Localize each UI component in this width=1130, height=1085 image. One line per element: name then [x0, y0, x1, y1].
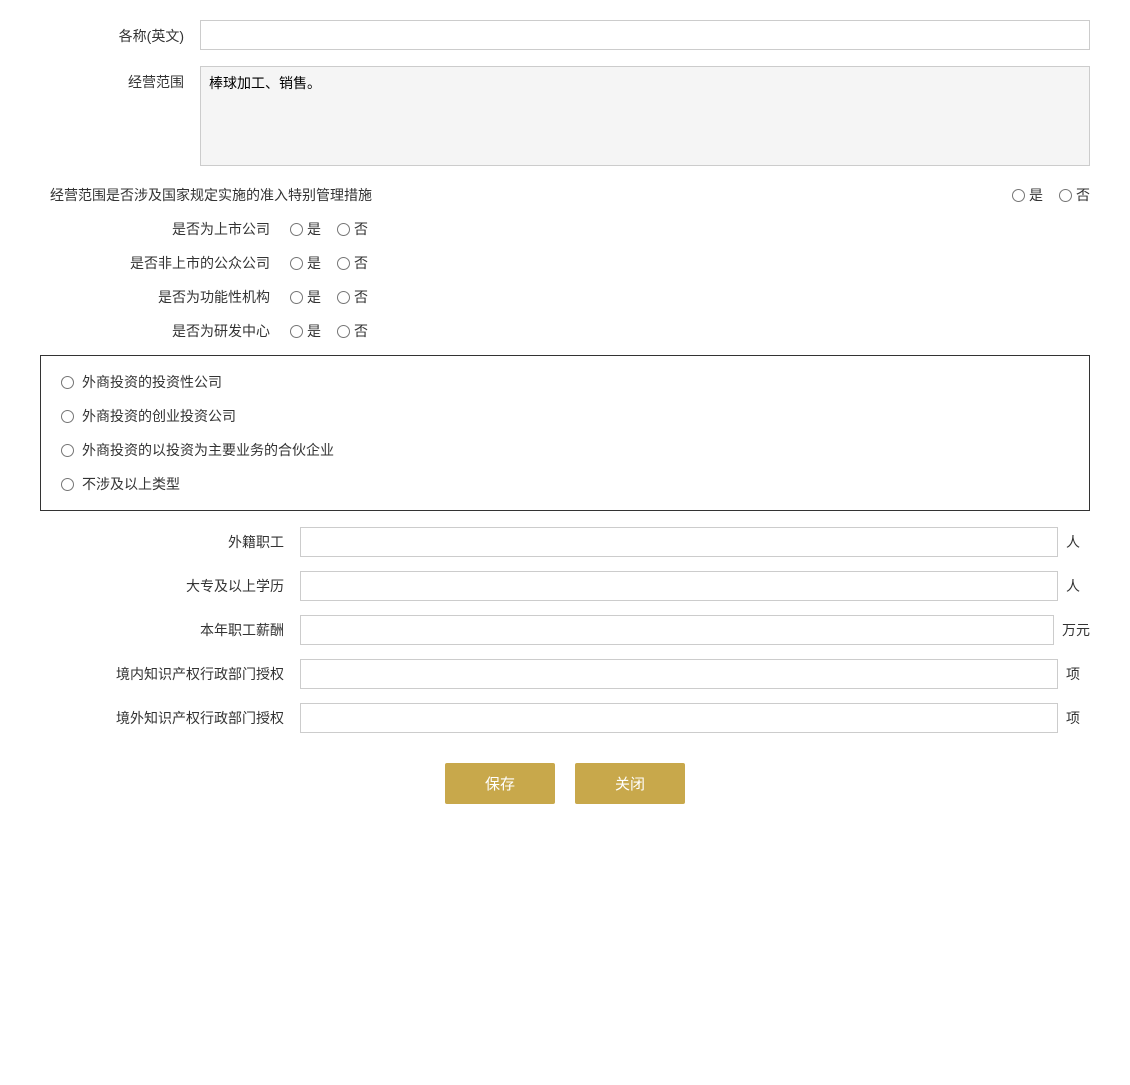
public-yes-label: 是 [307, 253, 321, 273]
listed-no[interactable]: 否 [337, 219, 368, 239]
investment-label-1: 外商投资的创业投资公司 [82, 406, 236, 426]
investment-radio-2[interactable] [61, 444, 74, 457]
annual-salary-row: 本年职工薪酬 万元 [40, 615, 1090, 645]
business-scope-label: 经营范围 [40, 66, 200, 92]
foreign-ip-input[interactable] [300, 703, 1058, 733]
domestic-ip-unit: 项 [1058, 664, 1090, 684]
functional-yes[interactable]: 是 [290, 287, 321, 307]
foreign-ip-unit: 项 [1058, 708, 1090, 728]
textarea-wrapper [200, 66, 1090, 169]
annual-salary-input[interactable] [300, 615, 1054, 645]
rd-center-row: 是否为研发中心 是 否 [40, 321, 1090, 341]
investment-radio-0[interactable] [61, 376, 74, 389]
investment-label-2: 外商投资的以投资为主要业务的合伙企业 [82, 440, 334, 460]
functional-no[interactable]: 否 [337, 287, 368, 307]
public-company-radio-group: 是 否 [290, 253, 368, 273]
rd-center-radio-group: 是 否 [290, 321, 368, 341]
form-container: 各称(英文) 经营范围 经营范围是否涉及国家规定实施的准入特别管理措施 是 否 [40, 20, 1090, 824]
investment-label-3: 不涉及以上类型 [82, 474, 180, 494]
investment-label-0: 外商投资的投资性公司 [82, 372, 222, 392]
domestic-ip-input[interactable] [300, 659, 1058, 689]
rd-yes[interactable]: 是 [290, 321, 321, 341]
listed-yes-label: 是 [307, 219, 321, 239]
functional-yes-label: 是 [307, 287, 321, 307]
foreign-employees-unit: 人 [1058, 532, 1090, 552]
special-mgmt-no-radio[interactable] [1059, 189, 1072, 202]
investment-radio-3[interactable] [61, 478, 74, 491]
special-mgmt-yes[interactable]: 是 [1012, 185, 1043, 205]
public-yes-radio[interactable] [290, 257, 303, 270]
functional-org-label: 是否为功能性机构 [50, 287, 290, 307]
college-edu-input[interactable] [300, 571, 1058, 601]
foreign-ip-row: 境外知识产权行政部门授权 项 [40, 703, 1090, 733]
public-yes[interactable]: 是 [290, 253, 321, 273]
listed-yes[interactable]: 是 [290, 219, 321, 239]
listed-no-radio[interactable] [337, 223, 350, 236]
investment-option-1[interactable]: 外商投资的创业投资公司 [61, 406, 1069, 426]
functional-org-row: 是否为功能性机构 是 否 [40, 287, 1090, 307]
investment-option-3[interactable]: 不涉及以上类型 [61, 474, 1069, 494]
college-edu-label: 大专及以上学历 [40, 576, 300, 596]
listed-company-radio-group: 是 否 [290, 219, 368, 239]
investment-type-box: 外商投资的投资性公司 外商投资的创业投资公司 外商投资的以投资为主要业务的合伙企… [40, 355, 1090, 511]
functional-no-radio[interactable] [337, 291, 350, 304]
investment-option-0[interactable]: 外商投资的投资性公司 [61, 372, 1069, 392]
special-mgmt-row: 经营范围是否涉及国家规定实施的准入特别管理措施 是 否 [40, 185, 1090, 205]
domestic-ip-row: 境内知识产权行政部门授权 项 [40, 659, 1090, 689]
english-name-input[interactable] [200, 20, 1090, 50]
functional-no-label: 否 [354, 287, 368, 307]
functional-org-radio-group: 是 否 [290, 287, 368, 307]
functional-yes-radio[interactable] [290, 291, 303, 304]
annual-salary-label: 本年职工薪酬 [40, 620, 300, 640]
public-no[interactable]: 否 [337, 253, 368, 273]
close-button[interactable]: 关闭 [575, 763, 685, 804]
english-name-label: 各称(英文) [40, 20, 200, 46]
public-no-radio[interactable] [337, 257, 350, 270]
listed-company-row: 是否为上市公司 是 否 [40, 219, 1090, 239]
listed-company-label: 是否为上市公司 [50, 219, 290, 239]
business-scope-control [200, 66, 1090, 169]
college-edu-row: 大专及以上学历 人 [40, 571, 1090, 601]
save-button[interactable]: 保存 [445, 763, 555, 804]
rd-center-label: 是否为研发中心 [50, 321, 290, 341]
public-company-row: 是否非上市的公众公司 是 否 [40, 253, 1090, 273]
public-company-label: 是否非上市的公众公司 [50, 253, 290, 273]
college-edu-unit: 人 [1058, 576, 1090, 596]
business-scope-textarea[interactable] [200, 66, 1090, 166]
foreign-employees-label: 外籍职工 [40, 532, 300, 552]
domestic-ip-label: 境内知识产权行政部门授权 [40, 664, 300, 684]
special-mgmt-no-label: 否 [1076, 185, 1090, 205]
rd-yes-radio[interactable] [290, 325, 303, 338]
special-mgmt-yes-label: 是 [1029, 185, 1043, 205]
investment-option-2[interactable]: 外商投资的以投资为主要业务的合伙企业 [61, 440, 1069, 460]
foreign-employees-row: 外籍职工 人 [40, 527, 1090, 557]
rd-no-radio[interactable] [337, 325, 350, 338]
special-mgmt-radio-group: 是 否 [1012, 185, 1090, 205]
special-mgmt-yes-radio[interactable] [1012, 189, 1025, 202]
rd-no[interactable]: 否 [337, 321, 368, 341]
special-mgmt-no[interactable]: 否 [1059, 185, 1090, 205]
foreign-employees-input[interactable] [300, 527, 1058, 557]
annual-salary-unit: 万元 [1054, 620, 1090, 640]
public-no-label: 否 [354, 253, 368, 273]
button-row: 保存 关闭 [40, 763, 1090, 824]
listed-no-label: 否 [354, 219, 368, 239]
rd-yes-label: 是 [307, 321, 321, 341]
listed-yes-radio[interactable] [290, 223, 303, 236]
rd-no-label: 否 [354, 321, 368, 341]
english-name-row: 各称(英文) [40, 20, 1090, 50]
investment-radio-1[interactable] [61, 410, 74, 423]
english-name-control [200, 20, 1090, 50]
special-mgmt-label: 经营范围是否涉及国家规定实施的准入特别管理措施 [50, 185, 992, 205]
business-scope-row: 经营范围 [40, 66, 1090, 169]
foreign-ip-label: 境外知识产权行政部门授权 [40, 708, 300, 728]
